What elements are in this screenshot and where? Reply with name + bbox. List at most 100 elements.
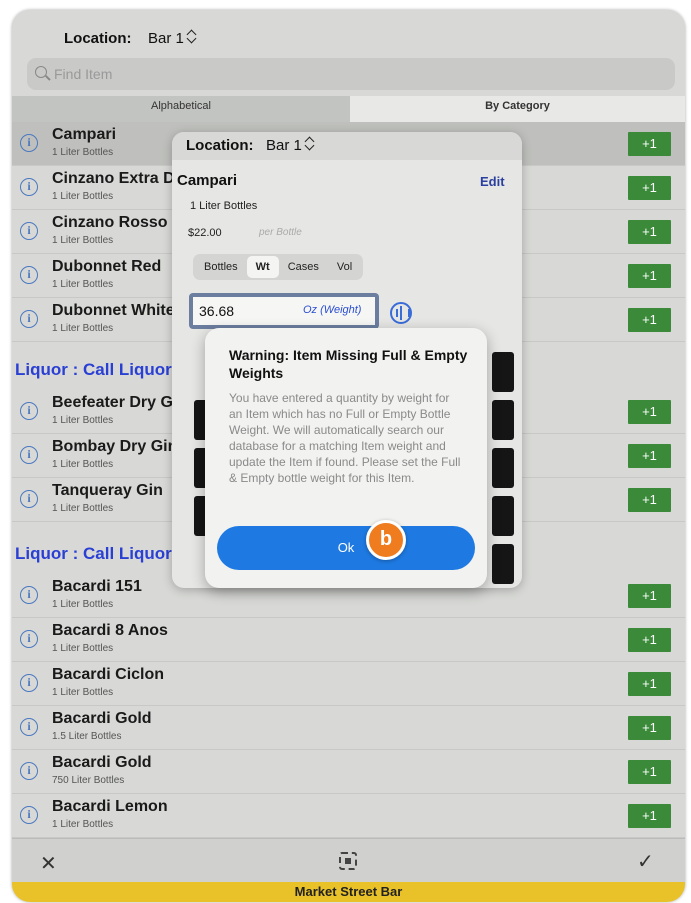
quantity-field[interactable]: 36.68 Oz (Weight) [189, 293, 379, 329]
plus-one-button[interactable]: +1 [628, 716, 671, 740]
info-icon[interactable]: i [20, 762, 38, 780]
edit-button[interactable]: Edit [480, 174, 505, 189]
item-size: 1 Liter Bottles [52, 819, 114, 830]
unit-volume[interactable]: Vol [328, 256, 361, 278]
unit-segmented-control: Bottles Wt Cases Vol [193, 254, 364, 280]
popover-item-size: 1 Liter Bottles [190, 200, 258, 212]
item-name: Bacardi Lemon [52, 798, 168, 815]
warning-alert: Warning: Item Missing Full & Empty Weigh… [205, 328, 487, 588]
plus-one-button[interactable]: +1 [628, 176, 671, 200]
alert-title: Warning: Item Missing Full & Empty Weigh… [229, 347, 468, 381]
checkmark-icon[interactable]: ✓ [637, 849, 654, 874]
device-screen: Location: Bar 1 Find Item Alphabetical B… [12, 10, 685, 902]
keypad-key[interactable] [492, 496, 514, 536]
popover-price-unit: per Bottle [259, 227, 302, 238]
unit-cases[interactable]: Cases [279, 256, 328, 278]
segment-by-category[interactable]: By Category [350, 96, 685, 122]
item-name: Bombay Dry Gin [52, 438, 178, 455]
item-size: 1 Liter Bottles [52, 459, 114, 470]
info-icon[interactable]: i [20, 674, 38, 692]
info-icon[interactable]: i [20, 718, 38, 736]
plus-one-button[interactable]: +1 [628, 308, 671, 332]
keypad-key[interactable] [492, 352, 514, 392]
info-icon[interactable]: i [20, 586, 38, 604]
item-name: Cinzano Extra Dry [52, 170, 190, 187]
info-icon[interactable]: i [20, 402, 38, 420]
info-icon[interactable]: i [20, 310, 38, 328]
search-icon [35, 66, 47, 78]
popover-location-selector[interactable]: Bar 1 [266, 137, 315, 154]
callout-badge: b [366, 520, 406, 560]
search-placeholder: Find Item [54, 66, 113, 82]
quantity-value: 36.68 [199, 303, 235, 319]
quantity-field-inner: 36.68 Oz (Weight) [193, 297, 375, 325]
up-down-chevron-icon [305, 137, 315, 151]
up-down-chevron-icon [187, 30, 197, 44]
info-icon[interactable]: i [20, 266, 38, 284]
list-item[interactable]: i Bacardi 8 Anos 1 Liter Bottles +1 [12, 618, 685, 662]
info-icon[interactable]: i [20, 806, 38, 824]
plus-one-button[interactable]: +1 [628, 760, 671, 784]
search-field[interactable]: Find Item [27, 58, 675, 90]
popover-location-label: Location: [186, 137, 254, 154]
item-name: Dubonnet White [52, 302, 175, 319]
list-item[interactable]: i Bacardi Ciclon 1 Liter Bottles +1 [12, 662, 685, 706]
section-header: Liquor : Call Liquor [15, 360, 172, 379]
item-size: 1 Liter Bottles [52, 279, 114, 290]
ok-button[interactable]: Ok [217, 526, 475, 570]
plus-one-button[interactable]: +1 [628, 400, 671, 424]
location-row: Location: Bar 1 [12, 10, 685, 60]
item-size: 1 Liter Bottles [52, 687, 114, 698]
info-icon[interactable]: i [20, 490, 38, 508]
item-size: 1 Liter Bottles [52, 235, 114, 246]
info-icon[interactable]: i [20, 446, 38, 464]
popover-header: Location: Bar 1 [172, 132, 522, 160]
plus-one-button[interactable]: +1 [628, 132, 671, 156]
item-size: 1 Liter Bottles [52, 503, 114, 514]
item-name: Bacardi Ciclon [52, 666, 165, 683]
popover-item-name: Campari [177, 172, 238, 189]
list-item[interactable]: i Bacardi Gold 750 Liter Bottles +1 [12, 750, 685, 794]
location-value: Bar 1 [148, 30, 184, 47]
info-icon[interactable]: i [20, 630, 38, 648]
close-icon[interactable]: ✕ [40, 851, 57, 876]
sort-segmented-control: Alphabetical By Category [12, 96, 685, 122]
item-name: Bacardi Gold [52, 754, 152, 771]
unit-weight[interactable]: Wt [246, 256, 279, 278]
plus-one-button[interactable]: +1 [628, 628, 671, 652]
plus-one-button[interactable]: +1 [628, 264, 671, 288]
info-icon[interactable]: i [20, 178, 38, 196]
bar-name-footer: Market Street Bar [12, 882, 685, 902]
keypad-key[interactable] [492, 400, 514, 440]
waveform-icon[interactable] [390, 302, 412, 324]
plus-one-button[interactable]: +1 [628, 672, 671, 696]
keypad-key[interactable] [492, 544, 514, 584]
item-name: Cinzano Rosso [52, 214, 168, 231]
alert-message: You have entered a quantity by weight fo… [229, 391, 461, 485]
section-header: Liquor : Call Liquor [15, 544, 172, 563]
item-size: 750 Liter Bottles [52, 775, 125, 786]
info-icon[interactable]: i [20, 134, 38, 152]
quantity-unit: Oz (Weight) [303, 304, 362, 316]
info-icon[interactable]: i [20, 222, 38, 240]
item-name: Bacardi 151 [52, 578, 142, 595]
item-size: 1 Liter Bottles [52, 599, 114, 610]
location-selector[interactable]: Bar 1 [148, 30, 197, 47]
list-item[interactable]: i Bacardi Gold 1.5 Liter Bottles +1 [12, 706, 685, 750]
list-item[interactable]: i Bacardi Lemon 1 Liter Bottles +1 [12, 794, 685, 838]
plus-one-button[interactable]: +1 [628, 584, 671, 608]
popover-location-value: Bar 1 [266, 137, 302, 154]
plus-one-button[interactable]: +1 [628, 488, 671, 512]
bottom-toolbar: ✕ ✓ [12, 838, 685, 882]
item-size: 1 Liter Bottles [52, 147, 114, 158]
plus-one-button[interactable]: +1 [628, 444, 671, 468]
popover-item-price: $22.00 [188, 227, 222, 239]
plus-one-button[interactable]: +1 [628, 220, 671, 244]
plus-one-button[interactable]: +1 [628, 804, 671, 828]
item-name: Tanqueray Gin [52, 482, 163, 499]
scan-icon[interactable] [339, 852, 357, 870]
unit-bottles[interactable]: Bottles [195, 256, 247, 278]
segment-alphabetical[interactable]: Alphabetical [12, 96, 350, 122]
keypad-key[interactable] [492, 448, 514, 488]
item-name: Beefeater Dry Gin [52, 394, 188, 411]
